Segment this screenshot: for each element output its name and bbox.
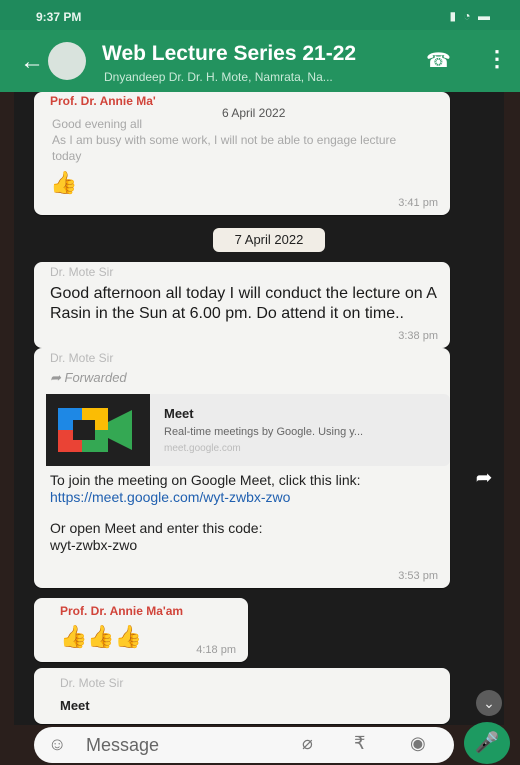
meet-link[interactable]: https://meet.google.com/wyt-zwbx-zwo xyxy=(50,489,440,506)
google-meet-logo xyxy=(46,394,150,466)
chat-header: ← Web Lecture Series 21-22 Dnyandeep Dr.… xyxy=(0,30,520,92)
message-bubble[interactable]: Prof. Dr. Annie Ma' 6 April 2022 Good ev… xyxy=(34,92,450,215)
mic-icon[interactable]: 🎤 xyxy=(464,722,510,764)
message-time: 4:18 pm xyxy=(196,644,236,656)
status-icons: ▮ ◔ ▬ xyxy=(449,9,492,23)
message-bubble[interactable]: Prof. Dr. Annie Ma'am 👍👍👍 4:18 pm xyxy=(34,598,248,662)
message-text: Good afternoon all today I will conduct … xyxy=(50,285,437,322)
message-time: 3:41 pm xyxy=(398,197,438,209)
emoji-icon[interactable]: ☺ xyxy=(48,734,66,755)
message-line: As I am busy with some work, I will not … xyxy=(52,133,397,163)
message-time: 3:38 pm xyxy=(398,330,438,342)
message-input[interactable]: Message xyxy=(86,735,159,756)
message-sender: Dr. Mote Sir xyxy=(50,265,114,279)
message-sender: Prof. Dr. Annie Ma' xyxy=(50,94,156,108)
message-sender: Dr. Mote Sir xyxy=(50,351,114,365)
message-bubble[interactable]: Dr. Mote Sir Good afternoon all today I … xyxy=(34,262,450,348)
message-line: To join the meeting on Google Meet, clic… xyxy=(50,472,361,488)
arrow-left-icon[interactable]: ← xyxy=(20,48,44,76)
card-title: Meet xyxy=(164,406,194,421)
message-composer: ☺ Message ⌀ ₹ ◉ xyxy=(34,727,454,763)
group-avatar[interactable] xyxy=(48,42,86,80)
add-call-icon[interactable]: ☎ xyxy=(426,48,451,73)
meet-code: wyt-zwbx-zwo xyxy=(50,537,138,553)
message-bubble[interactable]: Dr. Mote Sir ➦ Forwarded To join the mee… xyxy=(34,348,450,588)
rupee-icon[interactable]: ₹ xyxy=(354,733,365,754)
paperclip-icon[interactable]: ⌀ xyxy=(302,733,313,754)
thumbs-up-icon: 👍 xyxy=(50,170,78,195)
thumbs-up-icon: 👍👍👍 xyxy=(60,624,143,649)
date-chip: 7 April 2022 xyxy=(213,228,325,252)
chat-title[interactable]: Web Lecture Series 21-22 xyxy=(102,42,356,66)
forward-icon[interactable]: ➦ xyxy=(468,462,500,494)
message-body: To join the meeting on Google Meet, clic… xyxy=(50,472,440,554)
status-bar: 9:37 PM ▮ ◔ ▬ xyxy=(0,0,520,30)
message-sender: Prof. Dr. Annie Ma'am xyxy=(60,604,184,618)
more-vert-icon[interactable]: ⋮ xyxy=(486,46,508,72)
message-line: Good evening all xyxy=(52,117,143,131)
camera-icon[interactable]: ◉ xyxy=(410,733,426,754)
chat-subtitle: Dnyandeep Dr. Dr. H. Mote, Namrata, Na..… xyxy=(104,70,333,84)
message-sender: Dr. Mote Sir xyxy=(60,676,124,690)
card-url: meet.google.com xyxy=(164,443,241,454)
forwarded-text: Forwarded xyxy=(64,370,127,385)
status-time: 9:37 PM xyxy=(36,10,82,24)
message-bubble[interactable]: Dr. Mote Sir Meet xyxy=(34,668,450,724)
message-text: Meet xyxy=(60,698,90,713)
message-line: Or open Meet and enter this code: xyxy=(50,520,263,536)
card-desc: Real-time meetings by Google. Using y... xyxy=(164,426,364,438)
forward-icon: ➦ xyxy=(50,370,65,385)
link-preview-card[interactable]: Meet Real-time meetings by Google. Using… xyxy=(46,394,450,466)
chevron-down-icon[interactable]: ⌄ xyxy=(476,690,502,716)
forwarded-label: ➦ Forwarded xyxy=(50,370,127,386)
message-time: 3:53 pm xyxy=(398,570,438,582)
